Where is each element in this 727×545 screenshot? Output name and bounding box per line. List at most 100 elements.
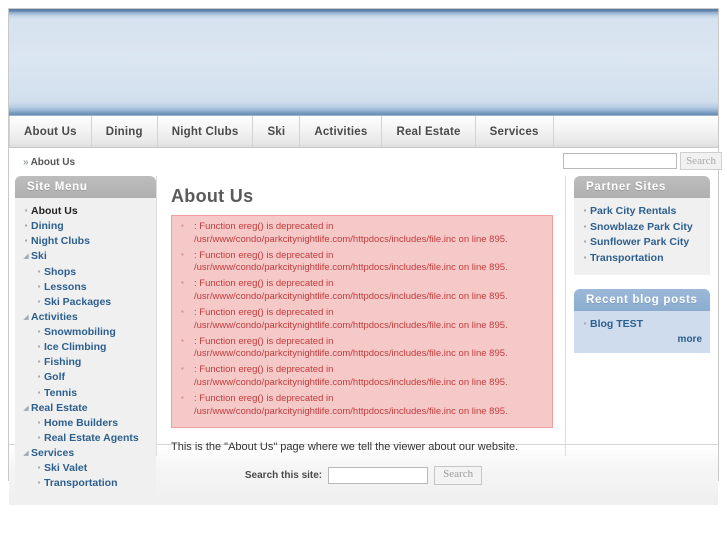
sidebar-item-fishing[interactable]: Fishing [21,355,150,370]
main-content: About Us : Function ereg() is deprecated… [156,176,566,456]
header-search-button[interactable]: Search [680,152,722,170]
sidebar-item-night-clubs[interactable]: Night Clubs [21,234,150,249]
sidebar-link-ice-climbing[interactable]: Ice Climbing [44,340,106,355]
sidebar-item-home-builders[interactable]: Home Builders [21,416,150,431]
bullet-square-icon [34,372,44,382]
partner-link-transportation[interactable]: Transportation [590,251,664,267]
sidebar-link-ski[interactable]: Ski [31,249,47,264]
sidebar-item-real-estate[interactable]: Real Estate [21,401,150,416]
nav-item-ski[interactable]: Ski [253,116,301,147]
error-message-line-2: /usr/www/condo/parkcitynightlife.com/htt… [194,233,508,245]
nav-item-activities[interactable]: Activities [300,116,383,147]
error-message-item: : Function ereg() is deprecated in /usr/… [180,364,544,390]
sidebar-link-ski-packages[interactable]: Ski Packages [44,295,111,310]
sidebar-link-lessons[interactable]: Lessons [44,280,87,295]
expander-triangle-icon[interactable] [21,251,31,262]
footer-search-input[interactable] [328,466,429,484]
sidebar-link-snowmobiling[interactable]: Snowmobiling [44,325,116,340]
sidebar-link-real-estate[interactable]: Real Estate [31,401,88,416]
bullet-square-icon [580,222,590,232]
partner-sites-list: Park City Rentals Snowblaze Park City Su… [580,204,704,267]
nav-filler [554,116,718,147]
blog-more-link[interactable]: more [580,334,704,345]
site-menu-title: Site Menu [15,176,156,198]
content-columns: Site Menu About Us Dining Night Clubs Sk… [9,176,718,500]
error-message-list: : Function ereg() is deprecated in /usr/… [180,221,544,418]
bullet-square-icon [580,319,590,329]
sidebar-item-dining[interactable]: Dining [21,219,150,234]
bullet-square-icon [580,206,590,216]
sidebar-item-transportation[interactable]: Transportation [21,476,150,491]
list-item[interactable]: Snowblaze Park City [580,220,704,236]
list-item[interactable]: Park City Rentals [580,204,704,220]
expander-triangle-icon[interactable] [21,448,31,459]
bullet-square-icon [34,433,44,443]
site-page: About Us Dining Night Clubs Ski Activiti… [8,8,722,505]
nav-item-about-us[interactable]: About Us [9,116,92,147]
sidebar-link-golf[interactable]: Golf [44,370,65,385]
sidebar-link-real-estate-agents[interactable]: Real Estate Agents [44,431,139,446]
sidebar-item-golf[interactable]: Golf [21,370,150,385]
error-message-item: : Function ereg() is deprecated in /usr/… [180,278,544,304]
breadcrumb-marker-icon: » [23,156,29,168]
sidebar-item-services[interactable]: Services [21,446,150,461]
sidebar-item-tennis[interactable]: Tennis [21,386,150,401]
partner-link-park-city-rentals[interactable]: Park City Rentals [590,204,676,220]
sidebar-link-activities[interactable]: Activities [31,310,78,325]
sidebar-link-dining[interactable]: Dining [31,219,64,234]
sidebar-item-activities[interactable]: Activities [21,310,150,325]
header-banner [9,9,718,116]
sidebar-item-lessons[interactable]: Lessons [21,280,150,295]
breadcrumb-current[interactable]: About Us [31,157,75,168]
nav-item-services[interactable]: Services [476,116,554,147]
error-message-line-1: : Function ereg() is deprecated in [194,364,334,376]
list-item[interactable]: Blog TEST [580,317,704,333]
page-body-text: This is the "About Us" page where we tel… [171,441,519,454]
partner-sites-block: Partner Sites Park City Rentals Snowblaz… [574,176,710,275]
site-menu-list: About Us Dining Night Clubs Ski Shops Le… [21,204,150,491]
nav-item-night-clubs[interactable]: Night Clubs [158,116,254,147]
sidebar-link-fishing[interactable]: Fishing [44,355,81,370]
blog-link-blog-test[interactable]: Blog TEST [590,317,643,333]
sidebar-link-ski-valet[interactable]: Ski Valet [44,461,87,476]
nav-item-real-estate[interactable]: Real Estate [382,116,476,147]
sidebar-item-ski-packages[interactable]: Ski Packages [21,295,150,310]
expander-triangle-icon[interactable] [21,312,31,323]
header-search-input[interactable] [563,153,678,169]
list-item[interactable]: Sunflower Park City [580,235,704,251]
sidebar-link-transportation[interactable]: Transportation [44,476,118,491]
breadcrumb: » About Us [9,157,75,168]
expander-triangle-icon[interactable] [21,403,31,414]
bullet-square-icon [34,327,44,337]
sidebar-item-real-estate-agents[interactable]: Real Estate Agents [21,431,150,446]
sidebar-link-tennis[interactable]: Tennis [44,386,77,401]
bullet-square-icon [580,253,590,263]
sidebar-link-shops[interactable]: Shops [44,265,76,280]
list-item[interactable]: Transportation [580,251,704,267]
sidebar-item-ski-valet[interactable]: Ski Valet [21,461,150,476]
sidebar-item-ski[interactable]: Ski [21,249,150,264]
error-message-item: : Function ereg() is deprecated in /usr/… [180,250,544,276]
sidebar-item-snowmobiling[interactable]: Snowmobiling [21,325,150,340]
error-message-line-1: : Function ereg() is deprecated in [194,249,334,261]
error-message-line-2: /usr/www/condo/parkcitynightlife.com/htt… [194,291,508,303]
footer-search-button[interactable]: Search [434,465,483,485]
sidebar-item-about-us[interactable]: About Us [21,204,150,219]
sidebar-link-about-us[interactable]: About Us [31,204,78,219]
bullet-square-icon [21,221,31,231]
sidebar-item-ice-climbing[interactable]: Ice Climbing [21,340,150,355]
partner-sites-body: Park City Rentals Snowblaze Park City Su… [574,198,710,275]
right-sidebar: Partner Sites Park City Rentals Snowblaz… [566,176,718,367]
partner-link-sunflower-park-city[interactable]: Sunflower Park City [590,235,689,251]
recent-blog-posts-body: Blog TEST more [574,310,710,354]
breadcrumb-bar: » About Us Search [9,148,722,176]
footer-search: Search this site: Search [245,465,483,485]
partner-link-snowblaze-park-city[interactable]: Snowblaze Park City [590,220,693,236]
sidebar-item-shops[interactable]: Shops [21,265,150,280]
sidebar-link-services[interactable]: Services [31,446,74,461]
site-menu-body: About Us Dining Night Clubs Ski Shops Le… [15,198,156,500]
sidebar-link-home-builders[interactable]: Home Builders [44,416,118,431]
sidebar-link-night-clubs[interactable]: Night Clubs [31,234,90,249]
nav-item-dining[interactable]: Dining [92,116,158,147]
site-menu-block: Site Menu About Us Dining Night Clubs Sk… [15,176,156,500]
